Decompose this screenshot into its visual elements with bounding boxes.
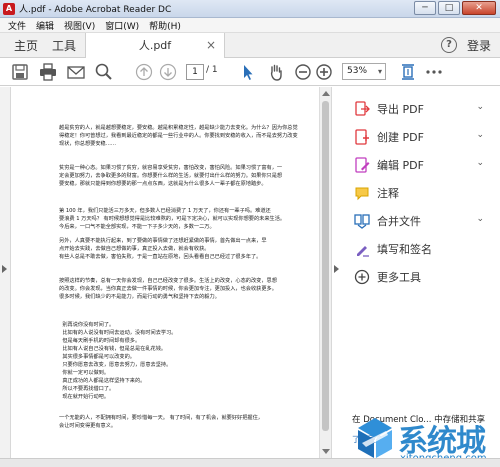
more-options-icon[interactable] (424, 62, 444, 82)
search-icon[interactable] (94, 62, 114, 82)
tool-label: 填写和签名 (377, 243, 432, 256)
acrobat-app-icon: A (3, 2, 15, 15)
collapse-tools-panel-icon[interactable] (334, 265, 339, 273)
email-icon[interactable] (66, 62, 86, 82)
close-tab-icon[interactable]: × (206, 33, 216, 58)
minimize-button[interactable]: ─ (414, 1, 436, 15)
select-cursor-icon[interactable] (238, 62, 258, 82)
chevron-down-icon[interactable]: ⌄ (476, 130, 484, 140)
zoom-level-select[interactable]: 53% ▾ (342, 63, 386, 80)
comment-icon (355, 187, 369, 201)
tool-fill-sign[interactable]: 填写和签名 (354, 240, 494, 258)
tool-more-tools[interactable]: 更多工具 (354, 268, 494, 286)
document-paragraph: 第 100 年，我们只能活三万多天，但多数人已经消费了 1 万天了，你还有一辈子… (59, 208, 286, 230)
fill-sign-icon (357, 246, 369, 257)
document-paragraph: 一个无能的人，不配拥有时间，要珍惜每一天。 有了时间，有了机会，就要好好把握住，… (59, 415, 263, 429)
tab-tools[interactable]: 工具 (52, 37, 76, 54)
chevron-down-icon[interactable]: ⌄ (476, 102, 484, 112)
tool-combine-files[interactable]: 合并文件 ⌄ (354, 212, 494, 230)
combine-files-icon (354, 214, 370, 229)
window-title: 人.pdf - Adobe Acrobat Reader DC (19, 5, 172, 15)
tool-label: 创建 PDF (377, 131, 424, 144)
window-controls: ─ □ ✕ (412, 1, 496, 15)
chevron-down-icon[interactable]: ⌄ (476, 214, 484, 224)
main-toolbar: 1 / 1 53% ▾ (0, 58, 500, 86)
document-paragraph: 越是贫穷的人，就是越想要稳定，要安稳。越是积累稳定性，越是缺少能力去变化。为什么… (59, 125, 298, 147)
zoom-out-icon[interactable] (293, 62, 313, 82)
status-bar (0, 458, 500, 467)
more-tools-icon (354, 269, 370, 285)
menu-file[interactable]: 文件 (8, 19, 26, 32)
document-paragraph: 另外，人真要不能执行起来，到了要做的事情做了还想赶紧做的事情，首先做出一点来，早… (59, 238, 267, 260)
edit-pdf-icon (355, 157, 370, 173)
scroll-down-icon[interactable] (322, 449, 330, 454)
save-icon[interactable] (10, 62, 30, 82)
hand-tool-icon[interactable] (266, 62, 286, 82)
create-pdf-icon (355, 129, 369, 145)
document-paragraph: 别再说你没有时间了。 比如有的人说没有时间去运动，没有时间去学习。 但是每天刷手… (62, 322, 177, 400)
tool-label: 更多工具 (377, 271, 421, 284)
menu-edit[interactable]: 编辑 (36, 19, 54, 32)
document-tab-label: 人.pdf (138, 39, 172, 52)
tools-panel: 导出 PDF ⌄ 创建 PDF ⌄ 编辑 PDF ⌄ 注释 合并文件 ⌄ 填写和… (331, 87, 500, 458)
menu-bar: 文件 编辑 视图(V) 窗口(W) 帮助(H) (0, 18, 500, 33)
menu-help[interactable]: 帮助(H) (149, 19, 181, 32)
tool-export-pdf[interactable]: 导出 PDF ⌄ (354, 100, 494, 118)
tool-edit-pdf[interactable]: 编辑 PDF ⌄ (354, 156, 494, 174)
print-icon[interactable] (38, 62, 58, 82)
document-view[interactable]: 越是贫穷的人，就是越想要稳定，要安稳。越是积累稳定性，越是缺少能力去变化。为什么… (11, 87, 319, 458)
tool-label: 注释 (377, 187, 399, 200)
tab-document[interactable]: 人.pdf × (85, 33, 225, 58)
document-paragraph: 按照这样的节奏，总有一天你会发现，自己已经改变了很多。生活上的改变，心态的改变，… (59, 278, 277, 300)
scroll-up-icon[interactable] (322, 91, 330, 96)
scroll-thumb[interactable] (322, 101, 329, 431)
tab-home[interactable]: 主页 (14, 37, 38, 54)
login-button[interactable]: 登录 (467, 37, 491, 54)
previous-page-icon[interactable] (134, 62, 154, 82)
tool-label: 编辑 PDF (377, 159, 424, 172)
tool-label: 导出 PDF (377, 103, 424, 116)
tool-label: 合并文件 (377, 215, 421, 228)
menu-window[interactable]: 窗口(W) (105, 19, 139, 32)
maximize-button[interactable]: □ (438, 1, 460, 15)
vertical-scrollbar[interactable] (319, 87, 331, 458)
window-titlebar: A 人.pdf - Adobe Acrobat Reader DC ─ □ ✕ (0, 0, 500, 18)
menu-view[interactable]: 视图(V) (64, 19, 95, 32)
chevron-down-icon[interactable]: ⌄ (476, 158, 484, 168)
page-number-input[interactable]: 1 (186, 64, 204, 80)
fit-page-icon[interactable] (398, 62, 418, 82)
document-paragraph: 贫穷是一种心态。如果习惯了贫穷，就容易享受贫穷，害怕改变，害怕风险。如果习惯了富… (59, 165, 283, 187)
left-navigation-pane[interactable] (0, 87, 11, 458)
close-window-button[interactable]: ✕ (462, 1, 496, 15)
chevron-down-icon: ▾ (377, 67, 382, 76)
zoom-in-icon[interactable] (314, 62, 334, 82)
tab-bar: 主页 工具 人.pdf × ? 登录 (0, 33, 500, 58)
tool-create-pdf[interactable]: 创建 PDF ⌄ (354, 128, 494, 146)
next-page-icon[interactable] (158, 62, 178, 82)
expand-left-pane-icon[interactable] (2, 265, 7, 273)
tool-comment[interactable]: 注释 (354, 184, 494, 202)
help-icon[interactable]: ? (441, 37, 457, 53)
zoom-level-value: 53% (347, 66, 368, 76)
watermark-logo-icon (358, 418, 392, 458)
export-pdf-icon (355, 101, 370, 116)
page-total: / 1 (206, 65, 218, 75)
